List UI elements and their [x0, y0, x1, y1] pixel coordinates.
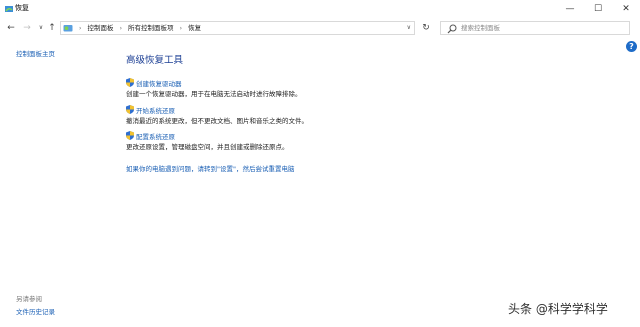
start-system-restore-link[interactable]: 开始系统还原 [136, 105, 175, 115]
sidebar-file-history-link[interactable]: 文件历史记录 [16, 306, 55, 316]
breadcrumb-separator-icon[interactable]: › [180, 25, 182, 32]
control-panel-icon [63, 25, 73, 32]
minimize-button[interactable]: — [556, 0, 584, 18]
page-title: 高级恢复工具 [126, 55, 184, 66]
window-title: 恢复 [15, 4, 29, 12]
breadcrumb-item-recovery[interactable]: 恢复 [188, 24, 201, 32]
breadcrumb-separator-icon: › [79, 25, 82, 32]
close-button[interactable]: ✕ [612, 0, 640, 18]
uac-shield-icon [126, 131, 134, 140]
search-icon [447, 24, 457, 34]
refresh-button[interactable]: ↻ [418, 21, 434, 35]
breadcrumb: › 控制面板 › 所有控制面板项 › 恢复 [75, 22, 201, 34]
search-box[interactable] [440, 21, 630, 35]
maximize-button[interactable]: ☐ [584, 0, 612, 18]
start-system-restore-description: 撤消最近的系统更改，但不更改文档、图片和音乐之类的文件。 [126, 117, 308, 125]
search-input[interactable] [461, 23, 621, 33]
up-button[interactable]: ↑ [45, 21, 59, 35]
uac-shield-icon [126, 105, 134, 114]
breadcrumb-item-all-items[interactable]: 所有控制面板项 [128, 24, 174, 32]
address-history-dropdown-icon[interactable]: ∨ [407, 22, 411, 34]
create-recovery-drive-description: 创建一个恢复驱动器，用于在电脑无法启动时进行故障排除。 [126, 90, 302, 98]
navigation-bar: ← → ∨ ↑ › 控制面板 › 所有控制面板项 › 恢复 ∨ ↻ [0, 20, 640, 38]
uac-shield-icon [126, 78, 134, 87]
back-button[interactable]: ← [4, 21, 18, 35]
sidebar-see-also-heading: 另请参阅 [16, 295, 42, 303]
configure-system-restore-link[interactable]: 配置系统还原 [136, 131, 175, 141]
address-bar[interactable]: › 控制面板 › 所有控制面板项 › 恢复 ∨ [60, 21, 415, 35]
watermark-text: 头条 @科学学科学 [508, 302, 608, 316]
recovery-app-icon [5, 6, 13, 12]
help-icon[interactable]: ? [626, 41, 637, 52]
breadcrumb-item-control-panel[interactable]: 控制面板 [87, 24, 113, 32]
sidebar-control-panel-home[interactable]: 控制面板主页 [16, 48, 55, 58]
configure-system-restore-description: 更改还原设置，管理磁盘空间，并且创建或删除还原点。 [126, 143, 289, 151]
reset-pc-settings-link[interactable]: 如果你的电脑遇到问题，请转到"设置"，然后尝试重置电脑 [126, 163, 294, 173]
create-recovery-drive-link[interactable]: 创建恢复驱动器 [136, 78, 182, 88]
forward-button[interactable]: → [20, 21, 34, 35]
title-bar: 恢复 — ☐ ✕ [0, 0, 640, 18]
breadcrumb-separator-icon[interactable]: › [120, 25, 122, 32]
